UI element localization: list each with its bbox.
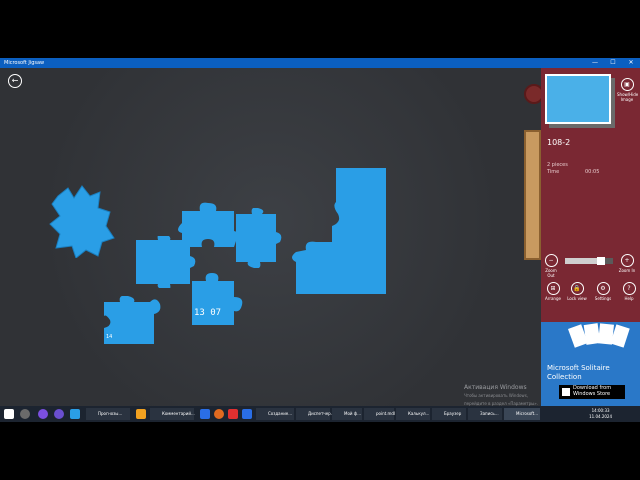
lock-icon: 🔒 — [570, 282, 584, 295]
piece-tray-frame — [524, 130, 541, 260]
app-window: Microsoft Jigsaw — ☐ ✕ ← 13 07 14 Актива… — [0, 58, 640, 406]
zoom-slider-fill — [565, 258, 601, 264]
taskbar-item-4[interactable]: Диспетчер... — [296, 408, 335, 420]
taskbar-item-2[interactable]: Комментарий... — [150, 408, 195, 420]
taskbar-item-1[interactable]: Прогнозы... — [86, 408, 130, 420]
arrange-icon: ⊞ — [546, 282, 560, 295]
start-windows-icon[interactable] — [4, 409, 14, 419]
taskbar-item-9[interactable]: Запись... — [468, 408, 502, 420]
clock-date: 11.04.2024 — [589, 414, 612, 419]
preview-thumbnail[interactable] — [545, 74, 611, 124]
zoom-out-icon: − — [544, 254, 558, 267]
image-icon: ▣ — [620, 78, 634, 91]
pieces-label: 2 pieces — [547, 162, 568, 168]
close-button[interactable]: ✕ — [622, 58, 640, 68]
cards-illustration — [568, 323, 630, 348]
zoom-slider[interactable] — [565, 257, 613, 265]
time-label: Time — [547, 169, 560, 175]
firefox-icon[interactable] — [214, 409, 224, 419]
help-icon: ? — [622, 282, 636, 295]
zoom-in-icon: + — [620, 254, 634, 267]
app-icon-1[interactable] — [38, 409, 48, 419]
puzzle-piece-assembled-right[interactable] — [292, 166, 390, 298]
taskbar: Прогнозы... Комментарий... Создание... Д… — [0, 406, 640, 422]
arrange-button[interactable]: ⊞ Arrange — [543, 282, 563, 301]
puzzle-piece-left-middle[interactable] — [132, 236, 196, 288]
app-icon-4[interactable] — [136, 409, 146, 419]
app-icon-3[interactable] — [70, 409, 80, 419]
puzzle-name: 108-2 — [547, 138, 571, 147]
arrange-label: Arrange — [545, 296, 561, 301]
app-icon-6[interactable] — [228, 409, 238, 419]
windows-store-badge[interactable]: Download from Windows Store — [559, 385, 625, 399]
piece-small-label: 14 — [106, 334, 113, 340]
puzzle-piece-numbered[interactable] — [188, 273, 244, 329]
activation-watermark: Активация Windows Чтобы активировать Win… — [464, 384, 541, 408]
gear-icon: ⚙ — [596, 282, 610, 295]
zoom-out-label: Zoom Out — [545, 268, 557, 278]
maximize-button[interactable]: ☐ — [604, 58, 622, 68]
show-image-button[interactable]: ▣ Show/Hide Image — [617, 78, 639, 102]
solitaire-ad-banner[interactable]: Microsoft Solitaire Collection Download … — [541, 322, 640, 406]
app-icon-2[interactable] — [54, 409, 64, 419]
taskbar-item-6[interactable]: point.mdl — [364, 408, 395, 420]
settings-button[interactable]: ⚙ Settings — [593, 282, 613, 301]
app-icon-7[interactable] — [242, 409, 252, 419]
settings-label: Settings — [594, 296, 612, 301]
windows-logo-icon — [562, 388, 570, 396]
store-line-2: Windows Store — [573, 391, 611, 397]
puzzle-board[interactable]: ← 13 07 14 Активация Windows Чтобы актив… — [0, 68, 544, 408]
puzzle-piece-cluster-left[interactable] — [48, 178, 118, 258]
time-value: 00:05 — [585, 169, 600, 175]
taskbar-item-5[interactable]: Мой ф... — [332, 408, 362, 420]
search-icon[interactable] — [20, 409, 30, 419]
piece-number-label: 13 07 — [194, 308, 222, 318]
window-title: Microsoft Jigsaw — [4, 60, 45, 66]
show-image-label: Show/Hide Image — [617, 92, 639, 102]
taskbar-item-8[interactable]: Браузер — [432, 408, 466, 420]
screen: Камера DS-RVT Microsoft Jigsaw — ☐ ✕ ← — [0, 0, 640, 480]
title-bar: Microsoft Jigsaw — ☐ ✕ — [0, 58, 640, 68]
puzzle-piece-bottom-left[interactable] — [100, 296, 162, 348]
lock-view-button[interactable]: 🔒 Lock view — [567, 282, 587, 301]
taskbar-item-3[interactable]: Создание... — [256, 408, 294, 420]
minimize-button[interactable]: — — [586, 58, 604, 68]
watermark-title: Активация Windows — [464, 384, 527, 391]
help-label: Help — [624, 296, 634, 301]
zoom-in-button[interactable]: + Zoom In — [617, 254, 637, 273]
zoom-slider-knob[interactable] — [597, 257, 605, 265]
taskbar-item-7[interactable]: Калькул... — [396, 408, 430, 420]
puzzle-piece-center-right[interactable] — [232, 208, 282, 268]
help-button[interactable]: ? Help — [619, 282, 639, 301]
app-icon-5[interactable] — [200, 409, 210, 419]
taskbar-item-10[interactable]: Microsoft... — [504, 408, 540, 420]
zoom-out-button[interactable]: − Zoom Out — [541, 254, 561, 278]
ad-title: Microsoft Solitaire Collection — [547, 364, 610, 381]
zoom-in-label: Zoom In — [618, 268, 636, 273]
system-clock[interactable]: 14:00:33 11.04.2024 — [589, 408, 612, 420]
puzzle-meta: 2 pieces Time — [547, 162, 568, 176]
back-arrow-icon[interactable]: ← — [8, 74, 22, 88]
lock-view-label: Lock view — [567, 296, 587, 301]
